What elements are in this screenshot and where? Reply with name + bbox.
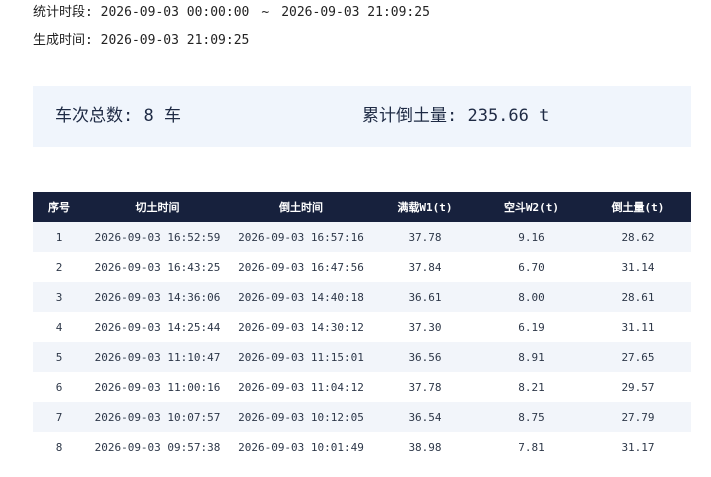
header-empty-weight: 空斗W2(t): [503, 201, 560, 214]
cell-empty-weight: 8.21: [518, 380, 545, 394]
generated-time: 2026-09-03 21:09:25: [100, 33, 250, 48]
table-row: 5 2026-09-03 11:10:47 2026-09-03 11:15:01 3…: [33, 342, 691, 372]
cell-full-weight: 36.61: [408, 290, 442, 304]
cell-seq: 3: [55, 290, 63, 304]
summary-panel: 车次总数: 8 车 累计倒土量: 235.66 t: [33, 86, 691, 147]
trip-count-summary: 车次总数: 8 车: [55, 106, 181, 126]
cell-cut-time: 2026-09-03 09:57:38: [94, 440, 221, 454]
cell-dump-time: 2026-09-03 16:47:56: [238, 260, 364, 274]
cell-dump-time: 2026-09-03 16:57:16: [238, 230, 364, 244]
cell-dump-amount: 27.65: [621, 350, 655, 364]
cell-cut-time: 2026-09-03 14:36:06: [94, 290, 221, 304]
cell-dump-amount: 31.14: [621, 260, 655, 274]
cell-seq: 6: [55, 380, 63, 394]
period-label: 统计时段:: [33, 5, 93, 20]
records-table: 序号 切土时间 倒土时间 满载W1(t) 空斗W2(t) 倒土量(t) 1 202…: [33, 192, 691, 462]
generated-label: 生成时间:: [33, 33, 93, 48]
header-full-weight: 满载W1(t): [397, 201, 453, 214]
cell-cut-time: 2026-09-03 16:52:59: [94, 230, 221, 244]
cell-cut-time: 2026-09-03 14:25:44: [94, 320, 221, 334]
generated-line: 生成时间: 2026-09-03 21:09:25: [33, 33, 249, 49]
cell-full-weight: 37.78: [408, 380, 442, 394]
cell-cut-time: 2026-09-03 11:00:16: [94, 380, 221, 394]
cell-seq: 8: [55, 440, 63, 454]
header-dump-amount: 倒土量(t): [611, 201, 665, 214]
cell-dump-time: 2026-09-03 11:15:01: [238, 350, 364, 364]
cell-empty-weight: 8.00: [518, 290, 545, 304]
table-row: 2 2026-09-03 16:43:25 2026-09-03 16:47:56 3…: [33, 252, 691, 282]
period-start: 2026-09-03 00:00:00: [100, 5, 250, 20]
cell-full-weight: 37.78: [408, 230, 442, 244]
cell-empty-weight: 8.75: [518, 410, 545, 424]
table-row: 4 2026-09-03 14:25:44 2026-09-03 14:30:12 3…: [33, 312, 691, 342]
cell-dump-amount: 31.11: [621, 320, 655, 334]
cell-dump-time: 2026-09-03 10:01:49: [238, 440, 364, 454]
cell-full-weight: 36.54: [408, 410, 442, 424]
cell-dump-time: 2026-09-03 11:04:12: [238, 380, 364, 394]
cell-dump-amount: 29.57: [621, 380, 655, 394]
cell-empty-weight: 7.81: [518, 440, 545, 454]
period-end: 2026-09-03 21:09:25: [281, 5, 430, 20]
total-volume-summary: 累计倒土量: 235.66 t: [362, 106, 550, 126]
table-row: 7 2026-09-03 10:07:57 2026-09-03 10:12:05 3…: [33, 402, 691, 432]
table-row: 3 2026-09-03 14:36:06 2026-09-03 14:40:18 3…: [33, 282, 691, 312]
cell-empty-weight: 6.70: [518, 260, 545, 274]
table-row: 1 2026-09-03 16:52:59 2026-09-03 16:57:16 3…: [33, 222, 691, 252]
cell-cut-time: 2026-09-03 10:07:57: [94, 410, 221, 424]
cell-seq: 4: [55, 320, 63, 334]
cell-seq: 2: [55, 260, 63, 274]
cell-seq: 1: [55, 230, 63, 244]
table-header-row: 序号 切土时间 倒土时间 满载W1(t) 空斗W2(t) 倒土量(t): [33, 192, 691, 222]
cell-full-weight: 37.30: [408, 320, 442, 334]
cell-empty-weight: 8.91: [518, 350, 545, 364]
header-dump-time: 倒土时间: [279, 201, 323, 214]
cell-full-weight: 37.84: [408, 260, 442, 274]
period-line: 统计时段: 2026-09-03 00:00:00 ~2026-09-03 21:…: [33, 5, 430, 21]
cell-empty-weight: 6.19: [518, 320, 545, 334]
cell-seq: 7: [55, 410, 63, 424]
table-row: 6 2026-09-03 11:00:16 2026-09-03 11:04:12 3…: [33, 372, 691, 402]
header-seq: 序号: [48, 201, 70, 214]
cell-dump-amount: 28.61: [621, 290, 655, 304]
cell-dump-time: 2026-09-03 14:30:12: [238, 320, 364, 334]
cell-dump-amount: 27.79: [621, 410, 655, 424]
cell-dump-time: 2026-09-03 14:40:18: [238, 290, 364, 304]
cell-full-weight: 36.56: [408, 350, 442, 364]
cell-dump-time: 2026-09-03 10:12:05: [238, 410, 364, 424]
cell-dump-amount: 28.62: [621, 230, 655, 244]
cell-dump-amount: 31.17: [621, 440, 655, 454]
table-row: 8 2026-09-03 09:57:38 2026-09-03 10:01:49 3…: [33, 432, 691, 462]
cell-cut-time: 2026-09-03 16:43:25: [94, 260, 221, 274]
cell-cut-time: 2026-09-03 11:10:47: [94, 350, 221, 364]
period-separator: ~: [261, 5, 270, 20]
cell-full-weight: 38.98: [408, 440, 442, 454]
cell-seq: 5: [55, 350, 63, 364]
cell-empty-weight: 9.16: [518, 230, 545, 244]
header-cut-time: 切土时间: [135, 201, 180, 214]
